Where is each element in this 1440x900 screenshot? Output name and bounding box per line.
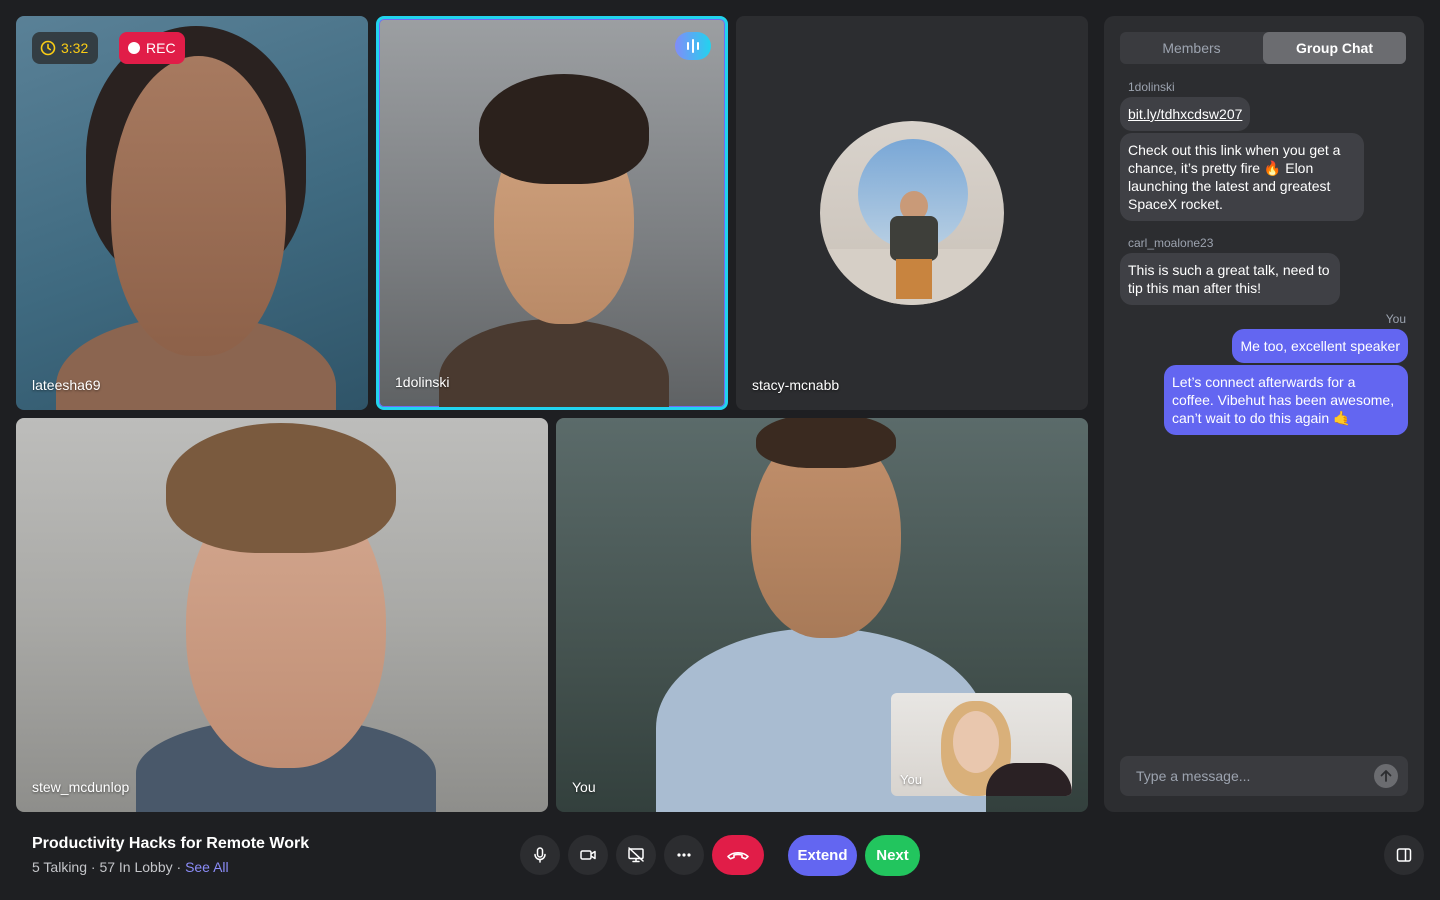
participant-name: stew_mcdunlop <box>32 779 130 795</box>
participant-video <box>16 418 548 812</box>
participant-name: 1dolinski <box>395 374 450 390</box>
chat-tabs: Members Group Chat <box>1120 32 1406 64</box>
chat-message-link[interactable]: bit.ly/tdhxcdsw207 <box>1120 97 1251 131</box>
phone-hangup-icon <box>727 851 749 860</box>
clock-icon <box>40 40 56 56</box>
microphone-icon <box>534 847 546 863</box>
video-tile-lateesha69[interactable]: 3:32 REC lateesha69 <box>16 16 368 410</box>
message-author: You <box>1385 312 1406 326</box>
more-horizontal-icon <box>677 853 691 857</box>
avatar <box>820 121 1004 305</box>
screen-share-off-icon <box>628 847 644 863</box>
see-all-link[interactable]: See All <box>185 859 229 875</box>
message-author: 1dolinski <box>1128 80 1175 94</box>
video-tile-1dolinski[interactable]: 1dolinski <box>376 16 728 410</box>
chat-panel: Members Group Chat 1dolinski bit.ly/tdhx… <box>1104 16 1424 812</box>
chat-message-own: Let’s connect afterwards for a coffee. V… <box>1164 365 1408 435</box>
speaking-indicator-icon <box>675 32 711 60</box>
recording-badge: REC <box>119 32 185 64</box>
video-tile-self[interactable]: You You <box>556 418 1088 812</box>
participant-name: You <box>572 779 596 795</box>
message-composer <box>1120 756 1408 796</box>
sidebar-panel-icon <box>1396 848 1412 862</box>
chat-message: Check out this link when you get a chanc… <box>1120 133 1364 221</box>
participant-counts: 5 Talking · 57 In Lobby · <box>32 859 186 875</box>
chat-message: This is such a great talk, need to tip t… <box>1120 253 1340 305</box>
tab-group-chat[interactable]: Group Chat <box>1263 32 1406 64</box>
microphone-button[interactable] <box>520 835 560 875</box>
chat-message-own: Me too, excellent speaker <box>1232 329 1408 363</box>
call-timer: 3:32 <box>61 40 89 56</box>
video-tile-stacy-mcnabb[interactable]: stacy-mcnabb <box>736 16 1088 410</box>
camera-button[interactable] <box>568 835 608 875</box>
meeting-stats: 5 Talking · 57 In Lobby · See All <box>32 859 229 875</box>
next-button[interactable]: Next <box>865 835 920 876</box>
toggle-sidebar-button[interactable] <box>1384 835 1424 875</box>
record-dot-icon <box>128 42 140 54</box>
screen-share-button[interactable] <box>616 835 656 875</box>
participant-video <box>16 16 368 410</box>
more-options-button[interactable] <box>664 835 704 875</box>
arrow-up-icon <box>1380 770 1392 782</box>
participant-name: lateesha69 <box>32 377 101 393</box>
message-author: carl_moalone23 <box>1128 236 1214 250</box>
self-view-pip[interactable]: You <box>891 693 1072 796</box>
call-timer-badge: 3:32 <box>32 32 99 64</box>
extend-button[interactable]: Extend <box>788 835 857 876</box>
pip-name: You <box>900 772 922 787</box>
recording-label: REC <box>146 40 176 56</box>
participant-video <box>379 19 725 407</box>
meeting-title: Productivity Hacks for Remote Work <box>32 835 310 852</box>
participant-name: stacy-mcnabb <box>752 377 840 393</box>
video-camera-icon <box>580 850 596 860</box>
tab-members[interactable]: Members <box>1120 32 1263 64</box>
end-call-button[interactable] <box>712 835 764 875</box>
message-input[interactable] <box>1120 756 1374 796</box>
video-tile-stew-mcdunlop[interactable]: stew_mcdunlop <box>16 418 548 812</box>
send-button[interactable] <box>1374 764 1398 788</box>
